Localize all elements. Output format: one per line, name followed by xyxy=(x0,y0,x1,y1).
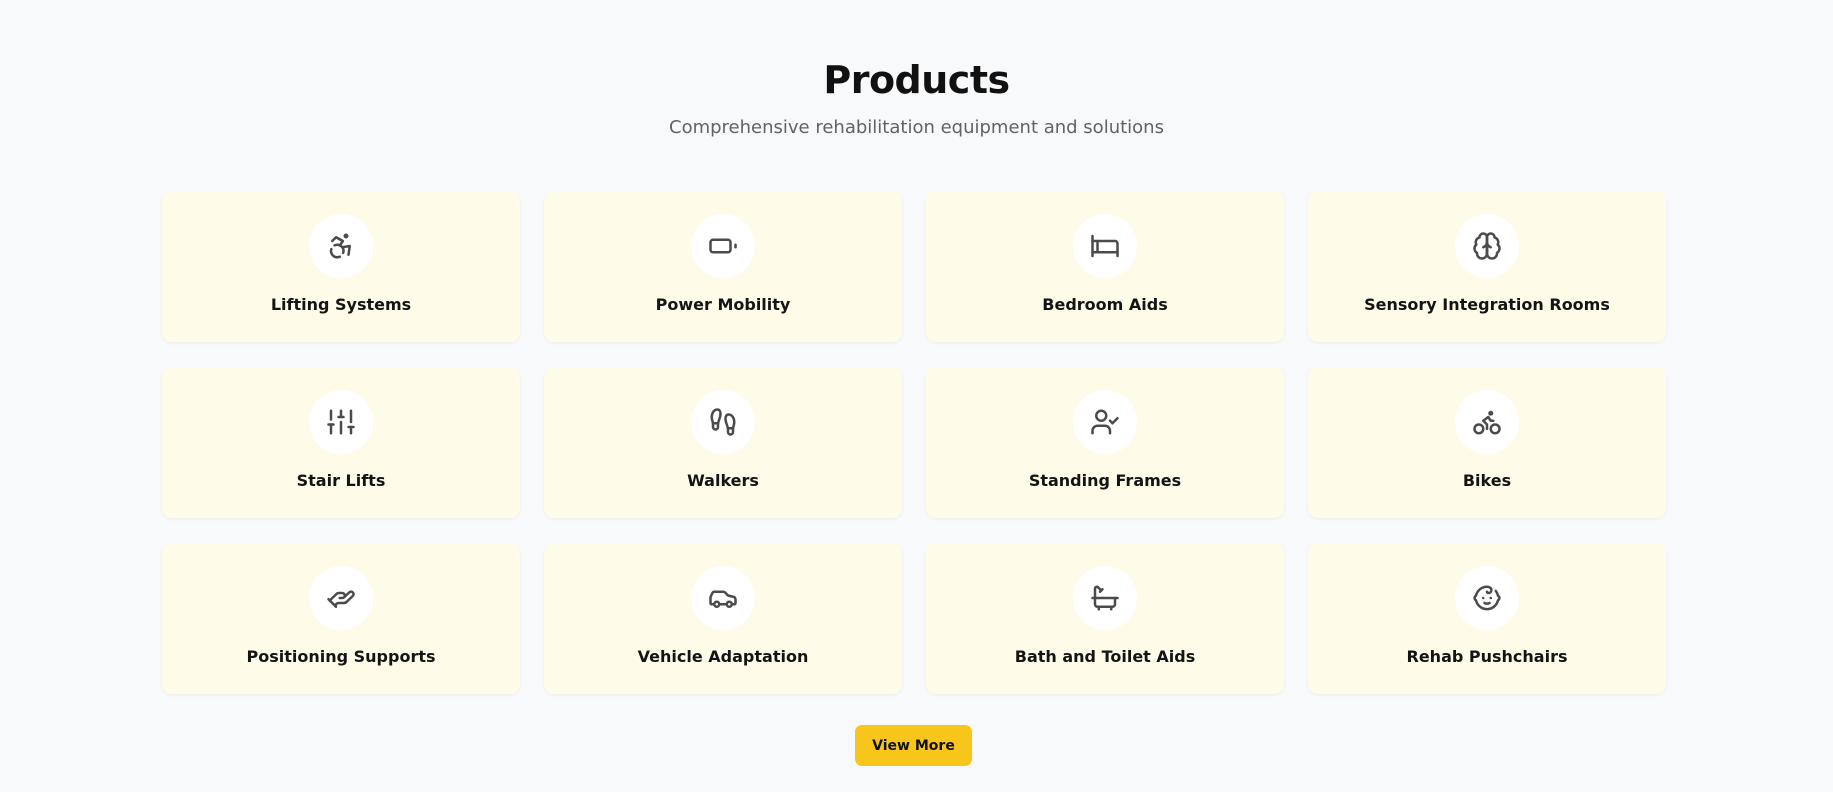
product-label: Standing Frames xyxy=(1028,471,1182,490)
section-title: Products xyxy=(823,58,1010,102)
product-label: Walkers xyxy=(687,471,759,490)
user-check-icon xyxy=(1091,409,1119,435)
product-card-bikes[interactable]: Bikes xyxy=(1308,367,1666,518)
product-label: Stair Lifts xyxy=(296,471,386,490)
product-label: Bath and Toilet Aids xyxy=(1014,647,1196,666)
products-section: Products Comprehensive rehabilitation eq… xyxy=(0,0,1833,792)
hand-helping-icon xyxy=(327,590,355,608)
product-card-walkers[interactable]: Walkers xyxy=(544,367,902,518)
icon-badge xyxy=(1455,390,1519,454)
icon-badge xyxy=(309,566,373,630)
baby-icon xyxy=(1473,585,1501,611)
bed-icon xyxy=(1091,234,1119,258)
battery-icon xyxy=(709,238,737,254)
icon-badge xyxy=(691,390,755,454)
product-card-stair-lifts[interactable]: Stair Lifts xyxy=(162,367,520,518)
product-card-sensory-integration-rooms[interactable]: Sensory Integration Rooms xyxy=(1308,191,1666,342)
accessibility-icon xyxy=(329,233,351,259)
icon-badge xyxy=(309,390,373,454)
product-card-vehicle-adaptation[interactable]: Vehicle Adaptation xyxy=(544,543,902,694)
product-card-bedroom-aids[interactable]: Bedroom Aids xyxy=(926,191,1284,342)
product-label: Lifting Systems xyxy=(270,295,412,314)
icon-badge xyxy=(1073,566,1137,630)
product-card-standing-frames[interactable]: Standing Frames xyxy=(926,367,1284,518)
icon-badge xyxy=(309,214,373,278)
sliders-icon xyxy=(327,409,355,435)
footprints-icon xyxy=(710,408,736,436)
product-label: Power Mobility xyxy=(655,295,791,314)
icon-badge xyxy=(1073,214,1137,278)
bath-icon xyxy=(1091,585,1119,611)
product-label: Bikes xyxy=(1462,471,1512,490)
car-icon xyxy=(709,590,737,608)
product-card-lifting-systems[interactable]: Lifting Systems xyxy=(162,191,520,342)
product-label: Vehicle Adaptation xyxy=(637,647,809,666)
icon-badge xyxy=(1455,566,1519,630)
icon-badge xyxy=(691,214,755,278)
product-card-positioning-supports[interactable]: Positioning Supports xyxy=(162,543,520,694)
product-card-power-mobility[interactable]: Power Mobility xyxy=(544,191,902,342)
icon-badge xyxy=(1455,214,1519,278)
product-card-bath-and-toilet-aids[interactable]: Bath and Toilet Aids xyxy=(926,543,1284,694)
section-subtitle: Comprehensive rehabilitation equipment a… xyxy=(669,117,1164,138)
product-label: Sensory Integration Rooms xyxy=(1364,295,1610,314)
brain-icon xyxy=(1473,232,1501,260)
icon-badge xyxy=(691,566,755,630)
bike-icon xyxy=(1473,410,1501,435)
products-grid: Lifting Systems Power Mobility Bedroom A… xyxy=(162,191,1666,694)
view-more-button[interactable]: View More xyxy=(855,725,972,766)
product-label: Rehab Pushchairs xyxy=(1406,647,1568,666)
icon-badge xyxy=(1073,390,1137,454)
product-card-rehab-pushchairs[interactable]: Rehab Pushchairs xyxy=(1308,543,1666,694)
product-label: Bedroom Aids xyxy=(1042,295,1168,314)
product-label: Positioning Supports xyxy=(246,647,436,666)
